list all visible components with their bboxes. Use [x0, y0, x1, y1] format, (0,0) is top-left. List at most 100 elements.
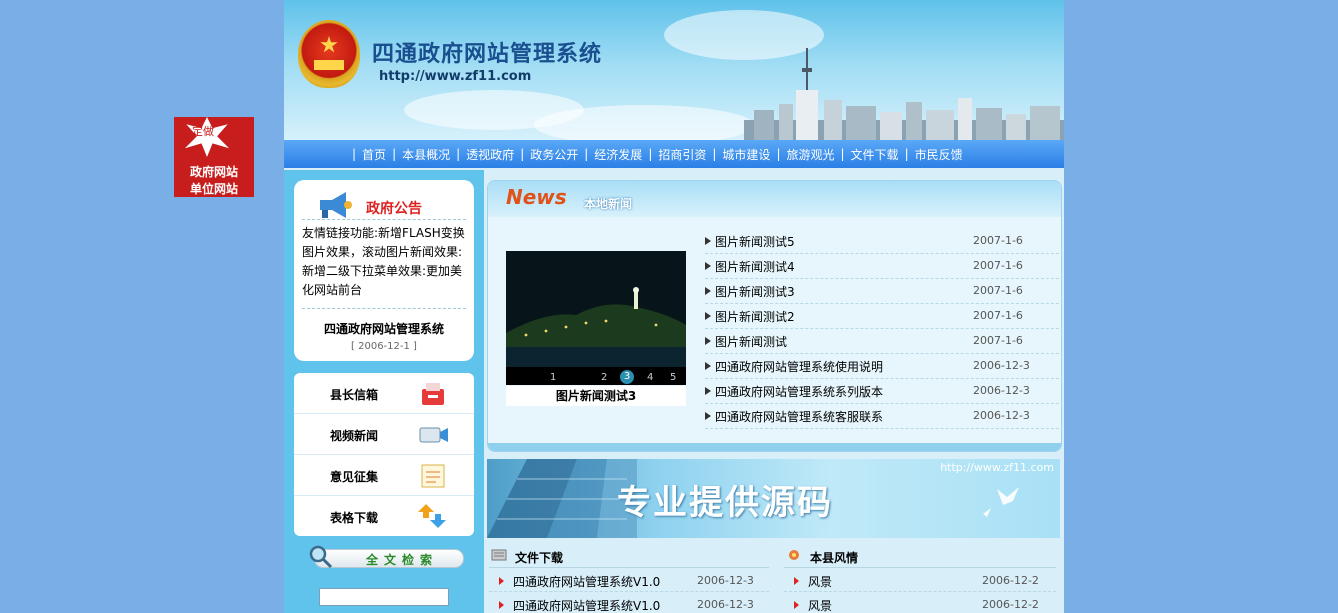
section-title: 本县风情: [810, 551, 859, 565]
ad-banner[interactable]: 专业提供源码 http://www.zf11.com: [487, 459, 1060, 538]
list-item-date: 2006-12-2: [982, 574, 1039, 587]
nav-item[interactable]: 招商引资: [658, 146, 706, 163]
mailbox-icon: [422, 383, 444, 405]
site-title: 四通政府网站管理系统: [372, 42, 603, 67]
notice-title: 政府公告: [366, 201, 422, 217]
section-title: 文件下载: [515, 551, 564, 565]
nav-separator: |: [648, 147, 653, 161]
national-emblem-icon: [298, 20, 360, 88]
arrow-bullet-icon: [705, 412, 711, 420]
pager-4[interactable]: 4: [647, 372, 653, 383]
arrow-bullet-icon: [705, 387, 711, 395]
ad-slogan: 专业提供源码: [617, 483, 833, 523]
quick-link-label: 县长信箱: [330, 388, 379, 402]
pager-5[interactable]: 5: [670, 372, 676, 383]
notice-box: 政府公告 友情链接功能:新增FLASH变换图片效果，滚动图片新闻效果:新增二级下…: [294, 180, 474, 361]
news-item-date: 2007-1-6: [973, 309, 1023, 322]
nav-item[interactable]: 政务公开: [530, 146, 578, 163]
arrow-bullet-icon: [705, 337, 711, 345]
news-item-title[interactable]: 四通政府网站管理系统客服联系: [715, 408, 883, 425]
news-footer-bar: [488, 443, 1061, 451]
arrow-bullet-icon: [499, 601, 504, 609]
search-label: 全文检索: [366, 553, 439, 567]
list-item-title[interactable]: 风景: [808, 573, 832, 590]
news-item[interactable]: 四通政府网站管理系统使用说明 2006-12-3: [705, 354, 1059, 379]
divider: [302, 219, 466, 220]
list-item[interactable]: 四通政府网站管理系统V1.0 2006-12-3: [489, 592, 769, 613]
site-url[interactable]: http://www.zf11.com: [379, 69, 531, 84]
list-item-title[interactable]: 风景: [808, 597, 832, 613]
news-item-date: 2007-1-6: [973, 284, 1023, 297]
arrow-bullet-icon: [499, 577, 504, 585]
nav-separator: |: [584, 147, 589, 161]
news-item[interactable]: 四通政府网站管理系统客服联系 2006-12-3: [705, 404, 1059, 429]
news-item-date: 2006-12-3: [973, 359, 1030, 372]
arrow-bullet-icon: [705, 362, 711, 370]
nav-item[interactable]: 城市建设: [722, 146, 770, 163]
nav-item[interactable]: 市民反馈: [915, 146, 963, 163]
news-item-date: 2006-12-3: [973, 409, 1030, 422]
float-ad-line3: 单位网站: [189, 182, 238, 196]
nav-item[interactable]: 本县概况: [402, 146, 450, 163]
arrow-bullet-icon: [794, 577, 799, 585]
news-item[interactable]: 图片新闻测试5 2007-1-6: [705, 229, 1059, 254]
search-input[interactable]: [319, 588, 449, 606]
list-item[interactable]: 风景 2006-12-2: [784, 568, 1056, 592]
news-heading-en: News: [506, 185, 567, 209]
arrow-bullet-icon: [705, 262, 711, 270]
nav-separator: |: [352, 147, 357, 161]
pager-3[interactable]: 3: [620, 370, 634, 384]
news-header: News 本地新闻: [488, 181, 1061, 217]
photo-caption-link[interactable]: 图片新闻测试3: [506, 386, 686, 406]
notice-header: 政府公告: [314, 186, 464, 222]
quick-link-mayor-mailbox[interactable]: 县长信箱: [294, 373, 474, 414]
nav-separator: |: [904, 147, 909, 161]
news-item-date: 2007-1-6: [973, 334, 1023, 347]
news-item-title[interactable]: 四通政府网站管理系统系列版本: [715, 383, 883, 400]
quick-link-opinion[interactable]: 意见征集: [294, 455, 474, 496]
nav-separator: |: [712, 147, 717, 161]
nav-item[interactable]: 经济发展: [594, 146, 642, 163]
news-item-title[interactable]: 图片新闻测试: [715, 333, 787, 350]
news-item[interactable]: 四通政府网站管理系统系列版本 2006-12-3: [705, 379, 1059, 404]
news-item-title[interactable]: 图片新闻测试3: [715, 283, 795, 300]
nav-item[interactable]: 首页: [362, 146, 386, 163]
nav-separator: |: [776, 147, 781, 161]
list-item-title[interactable]: 四通政府网站管理系统V1.0: [513, 597, 660, 613]
news-item[interactable]: 图片新闻测试3 2007-1-6: [705, 279, 1059, 304]
nav-item[interactable]: 旅游观光: [786, 146, 834, 163]
city-skyline-icon: [744, 48, 1064, 140]
left-sidebar: 政府公告 友情链接功能:新增FLASH变换图片效果，滚动图片新闻效果:新增二级下…: [284, 170, 484, 613]
news-item[interactable]: 图片新闻测试4 2007-1-6: [705, 254, 1059, 279]
quick-link-video-news[interactable]: 视频新闻: [294, 414, 474, 455]
nav-item[interactable]: 文件下载: [851, 146, 899, 163]
notice-item-date: [ 2006-12-1 ]: [351, 341, 417, 352]
list-item-date: 2006-12-2: [982, 598, 1039, 611]
flower-icon: [789, 550, 799, 560]
quick-links: 县长信箱 视频新闻 意见征集 表格下载: [294, 373, 474, 536]
news-item-title[interactable]: 图片新闻测试4: [715, 258, 795, 275]
floating-ad[interactable]: 定做 政府网站 单位网站: [174, 117, 254, 197]
nav-item[interactable]: 透视政府: [466, 146, 514, 163]
news-item-title[interactable]: 图片新闻测试2: [715, 308, 795, 325]
pager-2[interactable]: 2: [601, 372, 607, 383]
news-list: 图片新闻测试5 2007-1-6 图片新闻测试4 2007-1-6 图片新闻测试3 200…: [705, 229, 1059, 429]
float-ad-line1: 定做: [192, 125, 214, 138]
list-item-title[interactable]: 四通政府网站管理系统V1.0: [513, 573, 660, 590]
news-heading-cn: 本地新闻: [584, 197, 633, 211]
news-item-date: 2006-12-3: [973, 384, 1030, 397]
news-item[interactable]: 图片新闻测试2 2007-1-6: [705, 304, 1059, 329]
quick-link-form-download[interactable]: 表格下载: [294, 496, 474, 536]
news-item-title[interactable]: 图片新闻测试5: [715, 233, 795, 250]
document-icon: [491, 549, 507, 561]
list-item[interactable]: 风景 2006-12-2: [784, 592, 1056, 613]
page-container: 四通政府网站管理系统 http://www.zf11.com | 首页 | 本县概况 |…: [284, 0, 1064, 613]
news-item-title[interactable]: 四通政府网站管理系统使用说明: [715, 358, 883, 375]
pager-1[interactable]: 1: [550, 372, 556, 383]
photo-news-slideshow[interactable]: 1 2 3 4 5: [506, 251, 686, 385]
news-item[interactable]: 图片新闻测试 2007-1-6: [705, 329, 1059, 354]
magnifier-icon: [309, 545, 333, 569]
list-item[interactable]: 四通政府网站管理系统V1.0 2006-12-3: [489, 568, 769, 592]
nav-separator: |: [520, 147, 525, 161]
notice-item-link[interactable]: 四通政府网站管理系统: [294, 320, 474, 337]
